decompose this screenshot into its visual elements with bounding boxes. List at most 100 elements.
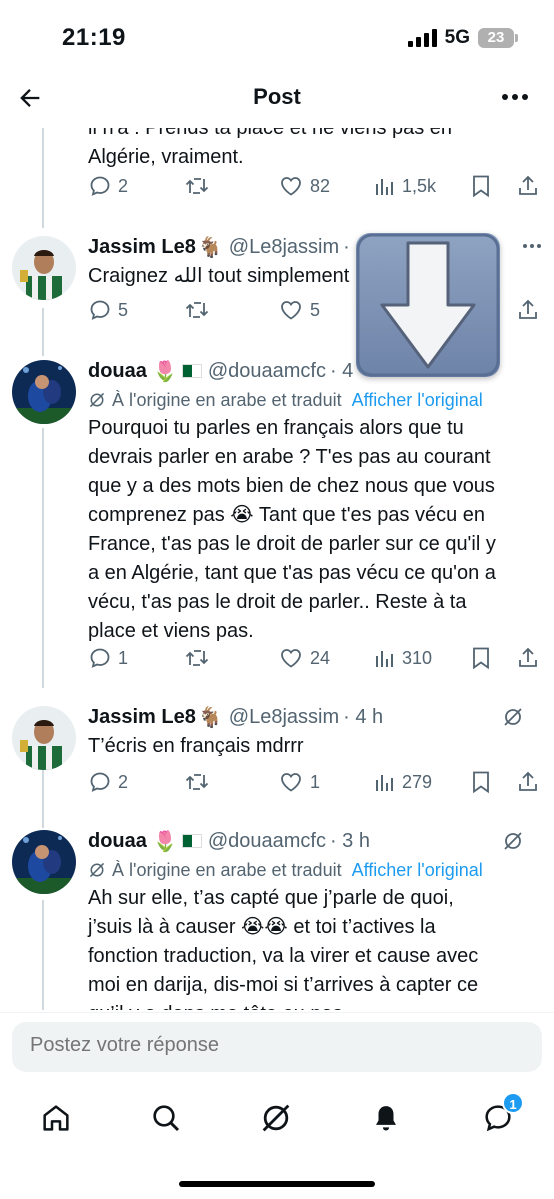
download-arrow-icon bbox=[356, 233, 500, 377]
show-original-link[interactable]: Afficher l'original bbox=[352, 390, 483, 411]
author-name[interactable]: Jassim Le8 bbox=[88, 236, 196, 259]
grok-icon bbox=[504, 708, 522, 726]
translation-notice: À l'origine en arabe et traduit Afficher… bbox=[88, 386, 542, 414]
views-button[interactable]: 1,5k bbox=[374, 175, 436, 197]
repost-button[interactable] bbox=[184, 646, 210, 670]
views-button[interactable]: 279 bbox=[374, 771, 432, 793]
divider bbox=[0, 1012, 554, 1013]
network-label: 5G bbox=[444, 27, 470, 48]
author-handle[interactable]: @Le8jassim bbox=[229, 236, 339, 259]
tweet-text: T’écris en français mdrrr bbox=[88, 735, 304, 757]
tweet-text: Ah sur elle, t’as capté que j’parle de q… bbox=[88, 887, 479, 1010]
author-name[interactable]: douaa bbox=[88, 360, 147, 383]
nav-messages[interactable]: 1 bbox=[478, 1092, 524, 1138]
share-button[interactable] bbox=[516, 646, 540, 670]
reply-input[interactable] bbox=[30, 1034, 510, 1057]
author-handle[interactable]: @douaamcfc bbox=[208, 830, 326, 853]
repost-icon bbox=[185, 302, 209, 318]
repost-icon bbox=[185, 178, 209, 194]
share-icon bbox=[519, 647, 537, 667]
status-time: 21:19 bbox=[62, 24, 126, 51]
views-icon bbox=[376, 775, 393, 791]
more-icon bbox=[523, 244, 541, 248]
share-button[interactable] bbox=[516, 770, 540, 794]
repost-icon bbox=[185, 650, 209, 666]
views-icon bbox=[376, 179, 393, 195]
tweet-text: il n'a : Prends ta place et ne viens pas… bbox=[88, 128, 453, 168]
avatar[interactable] bbox=[12, 360, 76, 424]
avatar[interactable] bbox=[12, 706, 76, 770]
grok-button[interactable] bbox=[502, 830, 524, 857]
algeria-flag-icon bbox=[181, 364, 202, 378]
nav-home[interactable] bbox=[36, 1098, 76, 1138]
notification-badge: 1 bbox=[502, 1092, 524, 1114]
repost-icon bbox=[185, 774, 209, 790]
avatar[interactable] bbox=[12, 830, 76, 894]
nav-notifications[interactable] bbox=[366, 1098, 406, 1138]
translation-notice: À l'origine en arabe et traduit Afficher… bbox=[88, 856, 542, 884]
bookmark-icon bbox=[473, 771, 489, 794]
grok-icon bbox=[89, 862, 105, 878]
download-overlay[interactable] bbox=[356, 233, 500, 377]
timestamp: · 4 h bbox=[343, 705, 384, 728]
signal-icon bbox=[407, 29, 437, 47]
share-icon bbox=[519, 771, 537, 791]
views-icon bbox=[376, 651, 393, 667]
home-indicator bbox=[179, 1181, 375, 1187]
author-name[interactable]: Jassim Le8 bbox=[88, 706, 196, 729]
tweet-actions: 1 24 310 bbox=[88, 642, 542, 674]
like-button[interactable]: 1 bbox=[278, 770, 320, 794]
bookmark-icon bbox=[473, 175, 489, 198]
repost-button[interactable] bbox=[184, 174, 210, 198]
share-button[interactable] bbox=[516, 174, 540, 198]
bottom-nav: 1 bbox=[0, 1090, 554, 1150]
goat-emoji: 🐐 bbox=[197, 706, 223, 729]
nav-grok[interactable] bbox=[256, 1098, 296, 1138]
reply-icon bbox=[90, 772, 110, 792]
reply-button[interactable]: 2 bbox=[88, 770, 128, 794]
like-button[interactable]: 5 bbox=[278, 298, 320, 322]
status-indicators: 5G 23 bbox=[407, 27, 518, 49]
repost-button[interactable] bbox=[184, 770, 210, 794]
bookmark-button[interactable] bbox=[470, 770, 492, 794]
like-icon bbox=[281, 773, 301, 792]
reply-tweet[interactable]: douaa 🌷 @douaamcfc · 3 h À l'origine en … bbox=[0, 826, 554, 1010]
reply-button[interactable]: 5 bbox=[88, 298, 128, 322]
status-bar: 21:19 5G 23 bbox=[0, 0, 554, 70]
tweet-actions: 2 1 279 bbox=[88, 766, 542, 798]
reply-composer[interactable] bbox=[12, 1022, 542, 1072]
tweet-text: Pourquoi tu parles en français alors que… bbox=[88, 417, 496, 642]
avatar[interactable] bbox=[12, 236, 76, 300]
reply-icon bbox=[90, 176, 110, 196]
author-name[interactable]: douaa bbox=[88, 830, 147, 853]
battery-icon: 23 bbox=[478, 28, 518, 48]
tweet-more-button[interactable] bbox=[522, 236, 542, 254]
bookmark-button[interactable] bbox=[470, 646, 492, 670]
reply-icon bbox=[90, 300, 110, 320]
reply-icon bbox=[90, 648, 110, 668]
more-button[interactable] bbox=[498, 82, 532, 112]
timestamp: · 3 h bbox=[329, 829, 370, 852]
home-icon bbox=[43, 1105, 69, 1131]
author-handle[interactable]: @douaamcfc bbox=[208, 360, 326, 383]
views-button[interactable]: 310 bbox=[374, 647, 432, 669]
like-icon bbox=[281, 301, 301, 320]
author-handle[interactable]: @Le8jassim bbox=[229, 706, 339, 729]
repost-button[interactable] bbox=[184, 298, 210, 322]
more-icon bbox=[502, 94, 528, 100]
like-button[interactable]: 82 bbox=[278, 174, 330, 198]
share-button[interactable] bbox=[516, 298, 540, 322]
grok-button[interactable] bbox=[502, 706, 524, 733]
tulip-emoji: 🌷 bbox=[152, 360, 178, 383]
nav-search[interactable] bbox=[146, 1098, 186, 1138]
reply-button[interactable]: 1 bbox=[88, 646, 128, 670]
tulip-emoji: 🌷 bbox=[152, 830, 178, 853]
like-button[interactable]: 24 bbox=[278, 646, 330, 670]
bookmark-button[interactable] bbox=[470, 174, 492, 198]
timestamp: · 4 bbox=[329, 359, 354, 382]
like-icon bbox=[281, 649, 301, 668]
reply-tweet[interactable]: douaa 🌷 @douaamcfc · 4 À l'origine en ar… bbox=[0, 356, 554, 656]
reply-button[interactable]: 2 bbox=[88, 174, 128, 198]
algeria-flag-icon bbox=[181, 834, 202, 848]
show-original-link[interactable]: Afficher l'original bbox=[352, 860, 483, 881]
